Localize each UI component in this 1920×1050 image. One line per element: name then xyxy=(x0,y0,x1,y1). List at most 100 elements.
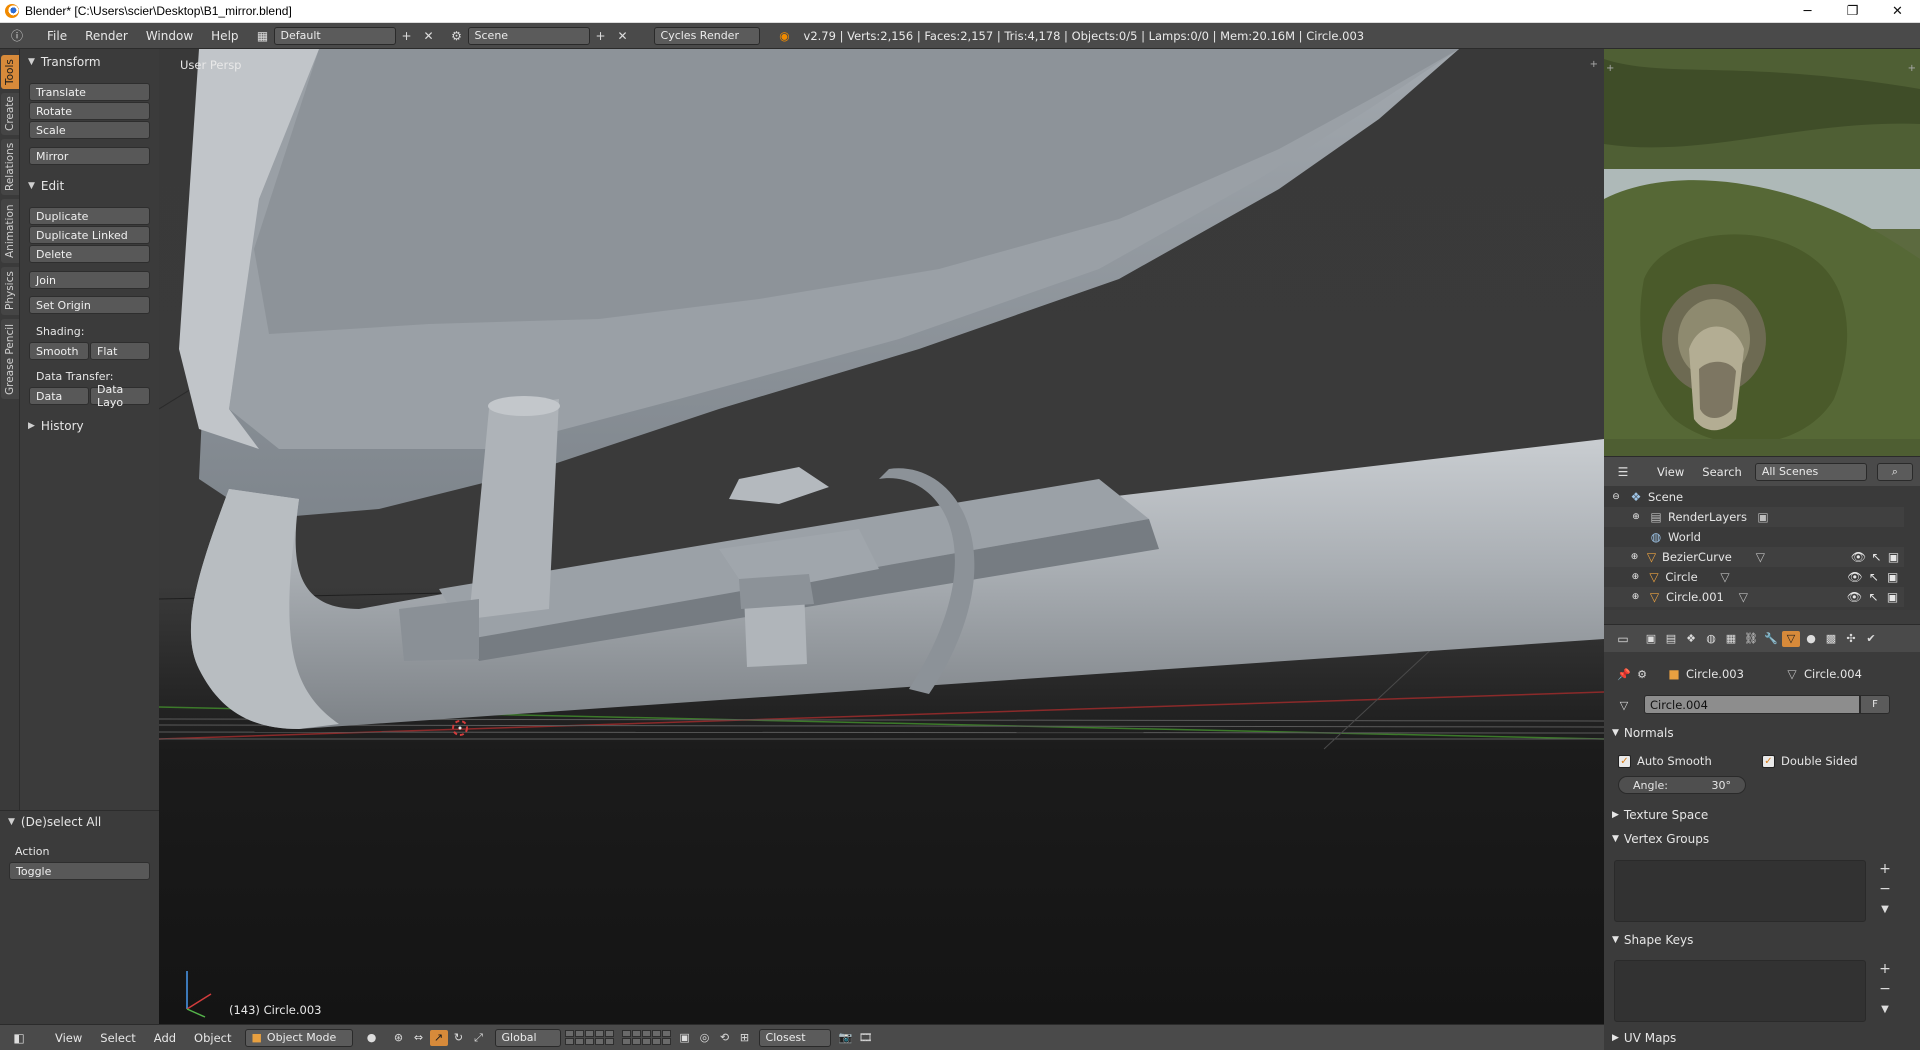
modifiers-tab-icon[interactable]: 🔧 xyxy=(1762,631,1780,647)
rotate-manipulator-icon[interactable]: ↻ xyxy=(450,1030,468,1046)
add-menu[interactable]: Add xyxy=(145,1031,185,1045)
action-select[interactable]: Toggle xyxy=(9,862,150,880)
scene-icon[interactable]: ⚙ xyxy=(446,27,468,45)
manipulator-toggle-icon[interactable]: ⇔ xyxy=(410,1030,428,1046)
add-screen-icon[interactable]: + xyxy=(396,27,418,45)
opengl-animation-icon[interactable]: 🎞 xyxy=(857,1030,875,1046)
texture-tab-icon[interactable]: ▩ xyxy=(1822,631,1840,647)
remove-vertex-group-icon[interactable]: − xyxy=(1876,880,1894,898)
expand-icon[interactable]: ⊕ xyxy=(1628,509,1644,525)
expand-icon[interactable]: ⊕ xyxy=(1628,569,1643,585)
context-mesh[interactable]: ▽ Circle.004 xyxy=(1784,666,1862,682)
3d-viewport[interactable]: User Persp (143) Circle.003 + xyxy=(159,49,1604,1024)
render-layers-tab-icon[interactable]: ▤ xyxy=(1662,631,1680,647)
tab-grease-pencil[interactable]: Grease Pencil xyxy=(1,319,19,399)
opengl-render-icon[interactable]: 📷 xyxy=(837,1030,855,1046)
vertex-group-specials-icon[interactable]: ▼ xyxy=(1876,900,1894,918)
scale-button[interactable]: Scale xyxy=(29,121,150,139)
tab-relations[interactable]: Relations xyxy=(1,139,19,195)
translate-manipulator-icon[interactable]: ↗ xyxy=(429,1029,448,1046)
add-shape-key-icon[interactable]: + xyxy=(1876,960,1894,978)
translate-button[interactable]: Translate xyxy=(29,83,150,101)
outliner-view-menu[interactable]: View xyxy=(1648,465,1693,479)
normals-panel-header[interactable]: ▼ Normals xyxy=(1612,723,1902,743)
join-button[interactable]: Join xyxy=(29,271,150,289)
screen-layout-field[interactable]: Default xyxy=(273,26,396,45)
area-corner-icon[interactable]: + xyxy=(1908,63,1916,74)
remove-scene-icon[interactable]: ✕ xyxy=(612,27,634,45)
menu-render[interactable]: Render xyxy=(76,29,137,43)
proportional-editing-icon[interactable]: ◎ xyxy=(696,1030,714,1046)
vertex-groups-panel-header[interactable]: ▼ Vertex Groups xyxy=(1612,829,1902,849)
tab-animation[interactable]: Animation xyxy=(1,199,19,263)
expand-icon[interactable]: ⊕ xyxy=(1628,549,1641,565)
rotate-button[interactable]: Rotate xyxy=(29,102,150,120)
outliner-search-icon[interactable]: ⌕ xyxy=(1876,462,1913,481)
scale-manipulator-icon[interactable]: ⤢ xyxy=(470,1030,488,1046)
screen-layout-icon[interactable]: ▦ xyxy=(252,27,274,45)
flat-button[interactable]: Flat xyxy=(90,342,150,360)
remove-shape-key-icon[interactable]: − xyxy=(1876,980,1894,998)
minimize-button[interactable]: ─ xyxy=(1785,0,1830,22)
selectable-arrow-icon[interactable]: ↖ xyxy=(1870,549,1883,565)
material-tab-icon[interactable]: ● xyxy=(1802,631,1820,647)
smooth-button[interactable]: Smooth xyxy=(29,342,89,360)
physics-tab-icon[interactable]: ✔ xyxy=(1862,631,1880,647)
object-tab-icon[interactable]: ▦ xyxy=(1722,631,1740,647)
visibility-eye-icon[interactable]: 👁 xyxy=(1847,589,1862,605)
render-camera-icon[interactable]: ▣ xyxy=(1887,549,1900,565)
view-menu[interactable]: View xyxy=(46,1031,91,1045)
snap-element-icon[interactable]: ⊞ xyxy=(736,1030,754,1046)
shape-keys-list[interactable] xyxy=(1614,960,1866,1022)
shape-key-specials-icon[interactable]: ▼ xyxy=(1876,1000,1894,1018)
3d-view-editor-icon[interactable]: ◧ xyxy=(8,1029,30,1047)
double-sided-checkbox[interactable]: ✓ Double Sided xyxy=(1762,754,1858,768)
select-menu[interactable]: Select xyxy=(91,1031,144,1045)
selectable-arrow-icon[interactable]: ↖ xyxy=(1867,569,1882,585)
uv-maps-panel-header[interactable]: ▶ UV Maps xyxy=(1612,1028,1902,1048)
selectable-arrow-icon[interactable]: ↖ xyxy=(1866,589,1881,605)
transform-panel-header[interactable]: ▼ Transform xyxy=(20,52,101,72)
collapse-icon[interactable]: ⊖ xyxy=(1608,489,1624,505)
outliner-editor-icon[interactable]: ☰ xyxy=(1612,463,1634,481)
particles-tab-icon[interactable]: ✣ xyxy=(1842,631,1860,647)
delete-button[interactable]: Delete xyxy=(29,245,150,263)
add-vertex-group-icon[interactable]: + xyxy=(1876,860,1894,878)
world-tab-icon[interactable]: ◍ xyxy=(1702,631,1720,647)
visibility-eye-icon[interactable]: 👁 xyxy=(1847,569,1862,585)
context-object[interactable]: ■ Circle.003 xyxy=(1666,666,1744,682)
render-tab-icon[interactable]: ▣ xyxy=(1642,631,1660,647)
fake-user-button[interactable]: F xyxy=(1860,695,1890,714)
properties-editor-icon[interactable]: ▭ xyxy=(1612,630,1634,648)
mesh-data-tab-icon[interactable]: ▽ xyxy=(1782,630,1800,647)
angle-field[interactable]: Angle: 30° xyxy=(1618,776,1746,794)
tab-create[interactable]: Create xyxy=(1,93,19,135)
duplicate-linked-button[interactable]: Duplicate Linked xyxy=(29,226,150,244)
outliner-display-filter[interactable]: All Scenes xyxy=(1754,462,1867,481)
vertex-groups-list[interactable] xyxy=(1614,860,1866,922)
add-scene-icon[interactable]: + xyxy=(590,27,612,45)
outliner-row-beziercurve[interactable]: ⊕ ▽ BezierCurve ▽ 👁 ↖ ▣ xyxy=(1604,547,1904,567)
render-camera-icon[interactable]: ▣ xyxy=(1885,589,1900,605)
mesh-browse-icon[interactable]: ▽ xyxy=(1615,697,1633,713)
scene-field[interactable]: Scene xyxy=(467,26,590,45)
menu-window[interactable]: Window xyxy=(137,29,202,43)
texture-space-panel-header[interactable]: ▶ Texture Space xyxy=(1612,805,1902,825)
snap-toggle-icon[interactable]: ⟲ xyxy=(716,1030,734,1046)
tab-physics[interactable]: Physics xyxy=(1,267,19,315)
maximize-button[interactable]: ❐ xyxy=(1830,0,1875,22)
outliner-row-renderlayers[interactable]: ⊕ ▤ RenderLayers ▣ xyxy=(1604,507,1904,527)
area-corner-icon[interactable]: + xyxy=(1606,63,1614,74)
snap-target-select[interactable]: Closest xyxy=(758,1028,831,1047)
viewport-shading-icon[interactable]: ● xyxy=(363,1030,381,1046)
info-editor-icon[interactable]: ⓘ xyxy=(6,27,28,45)
image-editor[interactable]: + + xyxy=(1604,49,1920,456)
area-corner-icon[interactable]: + xyxy=(1590,59,1598,70)
close-button[interactable]: ✕ xyxy=(1875,0,1920,22)
history-panel-header[interactable]: ▶ History xyxy=(20,416,84,436)
pin-icon[interactable]: 📌 xyxy=(1615,666,1633,682)
deselect-all-panel-header[interactable]: ▼ (De)select All xyxy=(0,812,101,832)
shape-keys-panel-header[interactable]: ▼ Shape Keys xyxy=(1612,930,1902,950)
outliner-row-circle[interactable]: ⊕ ▽ Circle ▽ 👁 ↖ ▣ xyxy=(1604,567,1904,587)
remove-screen-icon[interactable]: ✕ xyxy=(418,27,440,45)
